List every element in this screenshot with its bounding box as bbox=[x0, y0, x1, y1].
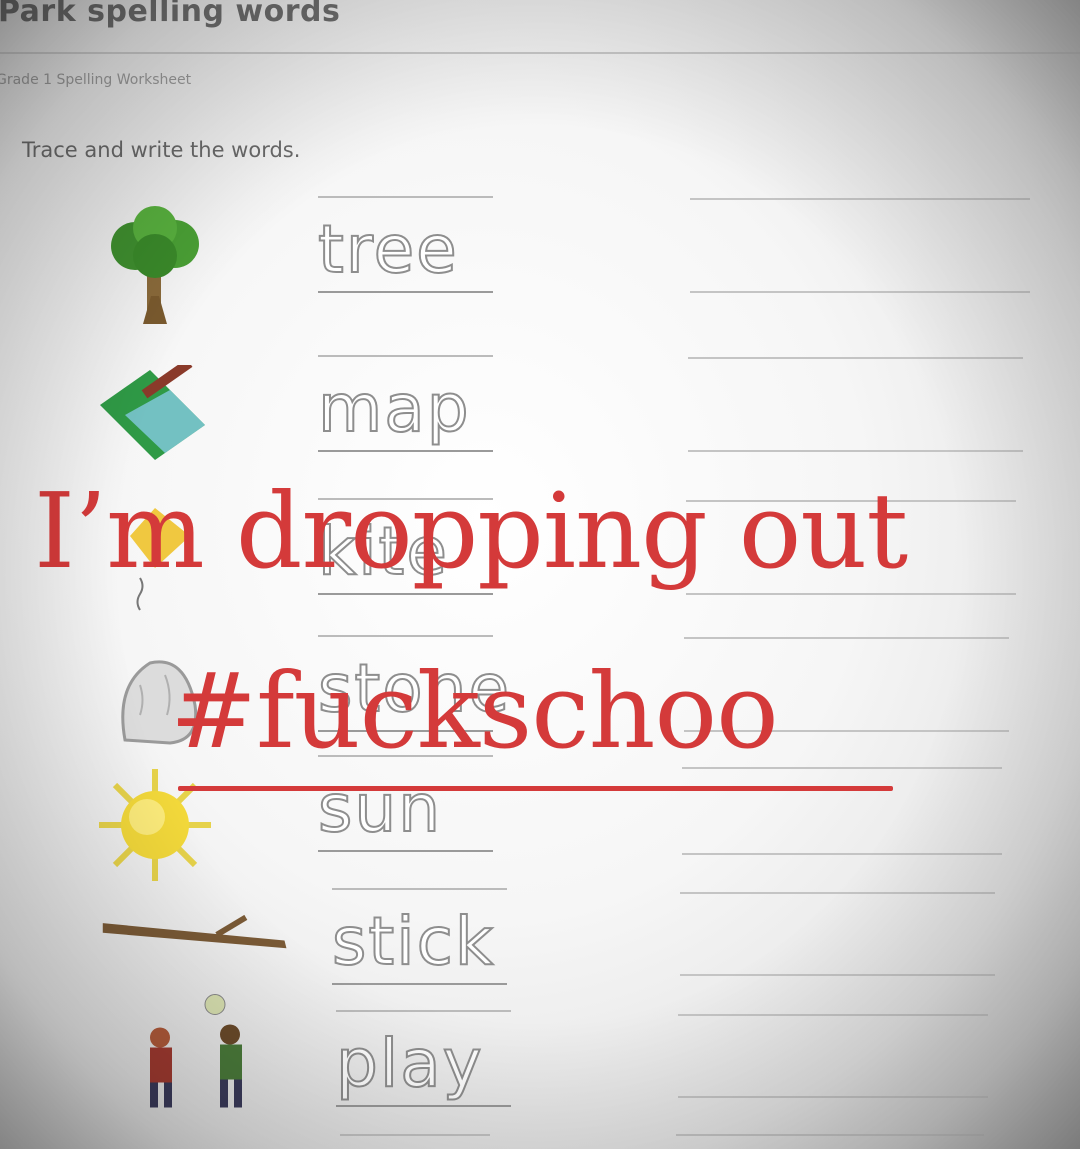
trace-top-line bbox=[332, 888, 507, 890]
write-line-top[interactable] bbox=[690, 198, 1030, 200]
trace-word: play bbox=[335, 1024, 484, 1103]
write-line-top[interactable] bbox=[684, 637, 1009, 639]
write-line-base[interactable] bbox=[680, 974, 995, 976]
write-line-base[interactable] bbox=[682, 853, 1002, 855]
trace-baseline bbox=[318, 850, 493, 852]
kids-playing-icon bbox=[150, 994, 242, 1108]
worksheet-title: Park spelling words bbox=[0, 0, 341, 29]
write-line-base[interactable] bbox=[690, 291, 1030, 293]
trace-word: stick bbox=[331, 902, 496, 981]
map-icon bbox=[100, 365, 205, 460]
word-row: sun bbox=[0, 755, 1080, 893]
trace-top-line bbox=[318, 635, 493, 637]
trace-baseline bbox=[336, 1105, 511, 1107]
trace-top-line bbox=[340, 1134, 490, 1136]
stick-icon bbox=[102, 914, 287, 949]
trace-top-line bbox=[336, 1010, 511, 1012]
trace-top-line bbox=[318, 196, 493, 198]
trace-word: tree bbox=[317, 210, 459, 289]
worksheet-subtitle: Grade 1 Spelling Worksheet bbox=[0, 72, 192, 88]
trace-baseline bbox=[318, 291, 493, 293]
overlay-caption-hashtag: #fuckschoo bbox=[170, 650, 779, 772]
overlay-hashtag-underline bbox=[178, 786, 893, 791]
write-line-base[interactable] bbox=[688, 450, 1023, 452]
write-line-top[interactable] bbox=[680, 892, 995, 894]
trace-baseline bbox=[332, 983, 507, 985]
sun-icon bbox=[99, 769, 211, 881]
tree-icon bbox=[111, 206, 199, 324]
word-row: tree bbox=[0, 196, 1080, 334]
worksheet-photo: Park spelling words Grade 1 Spelling Wor… bbox=[0, 0, 1080, 1149]
trace-top-line bbox=[318, 355, 493, 357]
trace-word: sun bbox=[317, 769, 443, 848]
trace-baseline bbox=[318, 593, 493, 595]
write-line-base[interactable] bbox=[686, 593, 1016, 595]
overlay-caption-line1: I’m dropping out bbox=[34, 470, 908, 592]
write-line-top[interactable] bbox=[688, 357, 1023, 359]
write-line-top[interactable] bbox=[678, 1014, 988, 1016]
trace-word: map bbox=[317, 369, 471, 448]
word-row: play bbox=[0, 994, 1080, 1148]
write-line-base[interactable] bbox=[678, 1096, 988, 1098]
write-line-top[interactable] bbox=[676, 1134, 984, 1136]
worksheet-instruction: Trace and write the words. bbox=[22, 138, 301, 162]
title-divider bbox=[0, 52, 1080, 54]
trace-baseline bbox=[318, 450, 493, 452]
